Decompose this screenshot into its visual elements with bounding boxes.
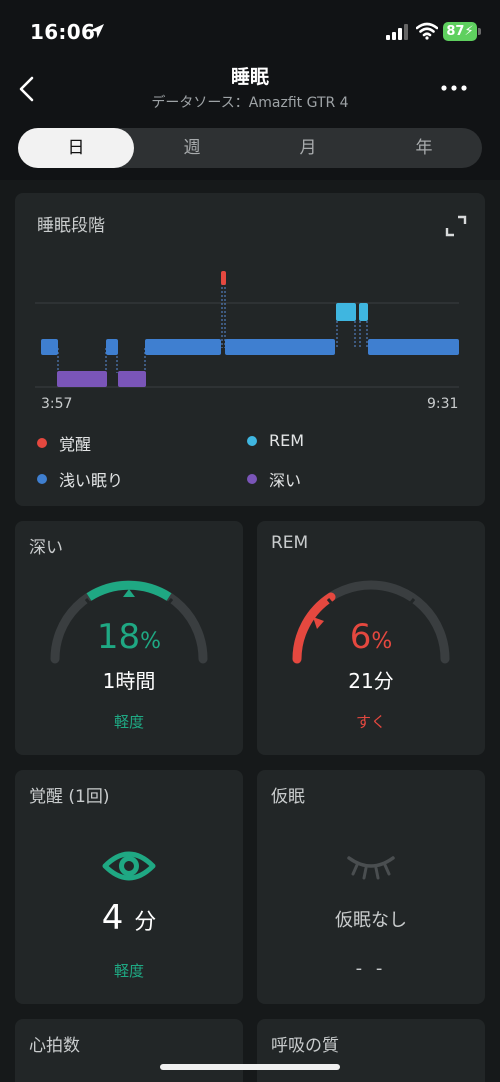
card-title: 心拍数 xyxy=(29,1036,80,1056)
chart-start-time: 3:57 xyxy=(41,396,73,412)
card-title: 深い xyxy=(29,538,63,558)
legend-awake: 覚醒 xyxy=(37,431,91,455)
card-title: 呼吸の質 xyxy=(271,1036,339,1056)
data-source-label: データソース：Amazfit GTR 4 xyxy=(151,95,349,111)
percent-unit: % xyxy=(140,629,162,654)
percent-unit: % xyxy=(371,629,393,654)
awake-duration: 4 分 xyxy=(15,898,243,938)
legend-rem: REM xyxy=(247,431,304,450)
deep-rating: 軽度 xyxy=(113,713,144,731)
home-indicator[interactable] xyxy=(160,1064,340,1070)
awake-rating: 軽度 xyxy=(113,962,144,980)
sleep-stage-chart xyxy=(35,271,459,388)
card-title: 仮眠 xyxy=(271,787,305,807)
awake-duration-number: 4 xyxy=(101,898,124,938)
more-horizontal-icon[interactable] xyxy=(440,83,468,93)
rem-rating: すく xyxy=(355,713,386,731)
rem-card[interactable]: REM 6% 21分 すく xyxy=(257,521,485,755)
legend-dot xyxy=(37,474,47,484)
deep-duration: 1時間 xyxy=(15,665,243,694)
tab-year[interactable]: 年 xyxy=(366,128,482,168)
status-time: 16:06 xyxy=(30,20,96,44)
closed-eye-icon xyxy=(347,856,395,880)
location-arrow-icon xyxy=(90,24,104,38)
deep-sleep-card[interactable]: 深い 18% 1時間 軽度 xyxy=(15,521,243,755)
rem-duration: 21分 xyxy=(257,665,485,694)
content-area: 睡眠段階 3:57 9:31 覚醒 REM 浅い眠り 深い 深い 18% 1時間… xyxy=(0,180,500,1082)
tab-month[interactable]: 月 xyxy=(250,128,366,168)
deep-percent: 18% xyxy=(15,617,243,657)
legend-label: 深い xyxy=(269,471,302,490)
deep-percent-number: 18 xyxy=(96,617,141,657)
status-bar: 16:06 87⚡ xyxy=(0,0,500,58)
deep-duration-unit: 時間 xyxy=(115,669,156,693)
card-title: 覚醒 (1回) xyxy=(29,787,110,807)
legend-dot xyxy=(247,435,257,446)
rem-duration-unit: 分 xyxy=(373,669,394,693)
rem-duration-number: 21 xyxy=(348,669,374,693)
period-tabs: 日 週 月 年 xyxy=(18,128,482,168)
legend-deep: 深い xyxy=(247,467,301,491)
nav-header: 睡眠 データソース：Amazfit GTR 4 xyxy=(0,58,500,118)
card-title: REM xyxy=(271,533,309,553)
legend-label: 覚醒 xyxy=(59,435,92,454)
breathing-quality-card[interactable]: 呼吸の質 xyxy=(257,1019,485,1082)
legend-dot xyxy=(37,438,47,448)
expand-icon[interactable] xyxy=(445,215,467,237)
chart-end-time: 9:31 xyxy=(427,396,459,412)
awake-duration-unit: 分 xyxy=(134,910,157,935)
card-title: 睡眠段階 xyxy=(37,216,105,236)
battery-tip xyxy=(478,28,481,35)
battery-level: 87 xyxy=(446,24,465,39)
heart-rate-card[interactable]: 心拍数 xyxy=(15,1019,243,1082)
battery-indicator: 87⚡ xyxy=(443,22,477,41)
deep-duration-number: 1 xyxy=(102,669,116,693)
rem-percent: 6% xyxy=(257,617,485,657)
nap-card[interactable]: 仮眠 仮眠なし - - xyxy=(257,770,485,1004)
nap-status: 仮眠なし xyxy=(335,910,407,931)
legend-label: REM xyxy=(269,431,305,450)
rem-percent-number: 6 xyxy=(349,617,372,657)
page-title: 睡眠 xyxy=(230,66,269,88)
tab-day[interactable]: 日 xyxy=(18,128,134,168)
legend-label: 浅い眠り xyxy=(59,471,124,490)
tab-week[interactable]: 週 xyxy=(134,128,250,168)
cell-signal-icon xyxy=(386,24,408,40)
legend-light: 浅い眠り xyxy=(37,467,123,491)
legend-dot xyxy=(247,474,257,484)
eye-icon xyxy=(102,851,156,881)
nap-value: - - xyxy=(355,958,387,979)
awake-card[interactable]: 覚醒 (1回) 4 分 軽度 xyxy=(15,770,243,1004)
sleep-stages-card[interactable]: 睡眠段階 3:57 9:31 覚醒 REM 浅い眠り 深い xyxy=(15,193,485,506)
wifi-icon xyxy=(416,22,438,40)
